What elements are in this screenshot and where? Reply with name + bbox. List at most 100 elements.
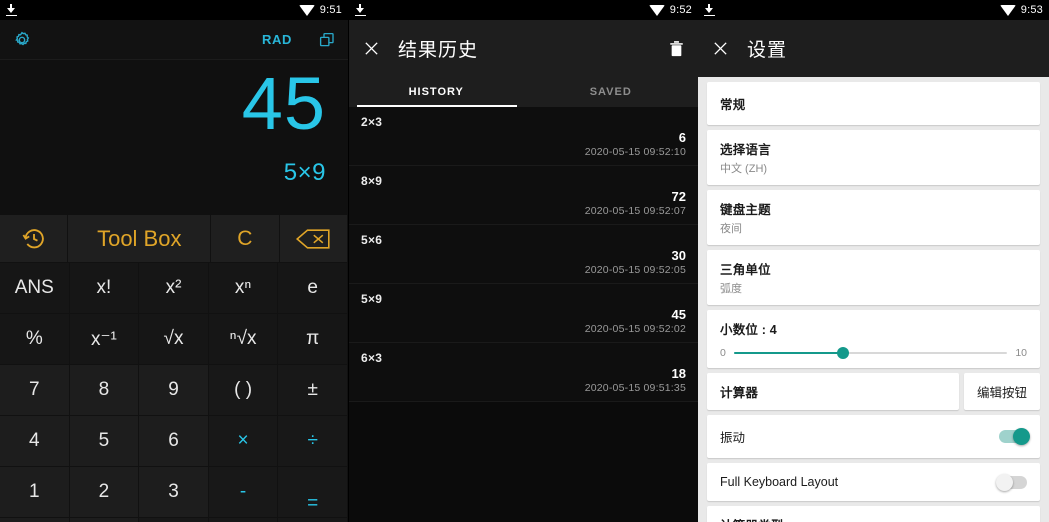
history-timestamp: 2020-05-15 09:51:35 (584, 382, 686, 394)
key-pi[interactable]: π (278, 314, 348, 365)
history-title: 结果历史 (398, 40, 479, 61)
key-square[interactable]: x² (139, 263, 209, 314)
calculator-section-row: 计算器 编辑按钮 (707, 373, 1040, 410)
history-timestamp: 2020-05-15 09:52:10 (584, 146, 686, 158)
key-percent[interactable]: % (0, 314, 70, 365)
keypad-row-functions: Tool Box C (0, 215, 348, 263)
settings-list: 常规 选择语言 中文 (ZH) 键盘主题 夜间 三角单位 弧度 小数位 : 4 … (698, 77, 1049, 522)
history-button[interactable] (0, 215, 69, 263)
toolbox-button[interactable]: Tool Box (68, 215, 212, 263)
key-power-n[interactable]: xⁿ (208, 263, 279, 314)
download-icon (355, 4, 366, 16)
wifi-icon (298, 4, 315, 16)
setting-language[interactable]: 选择语言 中文 (ZH) (707, 130, 1040, 185)
setting-full-keyboard[interactable]: Full Keyboard Layout (707, 463, 1040, 501)
key-4[interactable]: 4 (0, 416, 70, 467)
history-expression: 5×9 (361, 292, 383, 306)
key-8[interactable]: 8 (69, 365, 140, 416)
close-icon[interactable] (363, 40, 380, 57)
key-equals[interactable]: = (278, 467, 348, 518)
gear-icon[interactable] (12, 30, 32, 50)
full-keyboard-toggle[interactable] (996, 473, 1027, 491)
keypad-row-456: 4 5 6 × ÷ (0, 416, 348, 467)
key-misc[interactable] (139, 518, 209, 522)
setting-vibration[interactable]: 振动 (707, 415, 1040, 458)
key-0[interactable] (0, 518, 70, 522)
edit-buttons-button[interactable]: 编辑按钮 (963, 373, 1040, 410)
close-icon[interactable] (712, 40, 729, 57)
calculator-result: 45 (241, 62, 326, 145)
multi-window-icon[interactable] (318, 31, 336, 49)
key-parentheses[interactable]: ( ) (208, 365, 279, 416)
angle-unit-button[interactable]: RAD (262, 32, 292, 47)
tab-saved[interactable]: SAVED (524, 77, 699, 107)
setting-calculator-type[interactable]: 计算器类型 科学 (707, 506, 1040, 522)
trash-icon[interactable] (669, 40, 684, 58)
keypad-row-789: 7 8 9 ( ) ± (0, 365, 348, 416)
decimal-places-slider[interactable]: 0 10 (720, 347, 1027, 359)
vibration-toggle[interactable] (999, 428, 1030, 445)
settings-panel: 9:53 设置 常规 选择语言 中文 (ZH) 键盘主题 夜间 三角单位 弧度 … (698, 0, 1049, 522)
key-2[interactable]: 2 (69, 467, 140, 518)
key-euler[interactable]: e (278, 263, 348, 314)
key-1[interactable]: 1 (0, 467, 70, 518)
settings-appbar: 设置 (698, 20, 1049, 77)
screenshot-root: 9:51 RAD 45 5×9 Tool Box C ANS x! x² xⁿ … (0, 0, 1049, 522)
setting-keyboard-theme-title: 键盘主题 (720, 203, 771, 217)
setting-vibration-title: 振动 (720, 431, 746, 445)
setting-trig-unit[interactable]: 三角单位 弧度 (707, 250, 1040, 305)
key-5[interactable]: 5 (69, 416, 140, 467)
key-multiply[interactable]: × (208, 416, 279, 467)
list-item[interactable]: 5×9 45 2020-05-15 09:52:02 (349, 284, 698, 343)
history-list: 2×3 6 2020-05-15 09:52:10 8×9 72 2020-05… (349, 107, 698, 402)
setting-decimal-places-title: 小数位 : 4 (720, 323, 777, 337)
list-item[interactable]: 8×9 72 2020-05-15 09:52:07 (349, 166, 698, 225)
calculator-keypad: Tool Box C ANS x! x² xⁿ e % x⁻¹ √x ⁿ√x π… (0, 215, 348, 522)
key-nth-root[interactable]: ⁿ√x (208, 314, 279, 365)
key-inverse[interactable]: x⁻¹ (69, 314, 140, 365)
list-item[interactable]: 2×3 6 2020-05-15 09:52:10 (349, 107, 698, 166)
slider-thumb[interactable] (837, 347, 850, 359)
backspace-button[interactable] (279, 215, 348, 263)
wifi-icon (999, 4, 1016, 16)
setting-trig-unit-value: 弧度 (720, 283, 742, 295)
slider-min-label: 0 (720, 347, 726, 359)
setting-calculator-type-title: 计算器类型 (720, 515, 1027, 522)
calculator-expression: 5×9 (283, 159, 326, 187)
key-sqrt[interactable]: √x (139, 314, 209, 365)
tab-history[interactable]: HISTORY (349, 77, 524, 107)
slider-max-label: 10 (1015, 347, 1027, 359)
setting-keyboard-theme[interactable]: 键盘主题 夜间 (707, 190, 1040, 245)
key-plus[interactable] (208, 518, 279, 522)
setting-decimal-places[interactable]: 小数位 : 4 0 10 (707, 310, 1040, 368)
slider-fill (733, 352, 844, 354)
key-plus-minus[interactable]: ± (278, 365, 348, 416)
key-divide[interactable]: ÷ (278, 416, 348, 467)
keypad-row-123: 1 2 3 - = (0, 467, 348, 518)
status-time: 9:52 (669, 4, 692, 16)
history-expression: 6×3 (361, 351, 383, 365)
key-3[interactable]: 3 (139, 467, 209, 518)
key-9[interactable]: 9 (139, 365, 209, 416)
list-item[interactable]: 6×3 18 2020-05-15 09:51:35 (349, 343, 698, 402)
slider-track[interactable] (733, 347, 1008, 359)
key-6[interactable]: 6 (139, 416, 209, 467)
key-equals-bottom[interactable] (278, 518, 348, 522)
key-decimal[interactable] (69, 518, 140, 522)
key-ans[interactable]: ANS (0, 263, 70, 314)
setting-full-keyboard-title: Full Keyboard Layout (720, 475, 839, 489)
list-item[interactable]: 5×6 30 2020-05-15 09:52:05 (349, 225, 698, 284)
clear-button[interactable]: C (211, 215, 280, 263)
backspace-icon (295, 228, 331, 250)
wifi-icon (648, 4, 665, 16)
setting-trig-unit-title: 三角单位 (720, 263, 771, 277)
key-7[interactable]: 7 (0, 365, 70, 416)
download-icon (704, 4, 715, 16)
history-status-bar: 9:52 (349, 0, 698, 20)
key-minus[interactable]: - (208, 467, 279, 518)
history-panel: 9:52 结果历史 HISTORY SAVED 2×3 6 2020-05-15… (348, 0, 698, 522)
settings-title: 设置 (747, 40, 788, 61)
section-header-general: 常规 (707, 82, 1040, 125)
key-factorial[interactable]: x! (69, 263, 140, 314)
history-timestamp: 2020-05-15 09:52:05 (584, 264, 686, 276)
